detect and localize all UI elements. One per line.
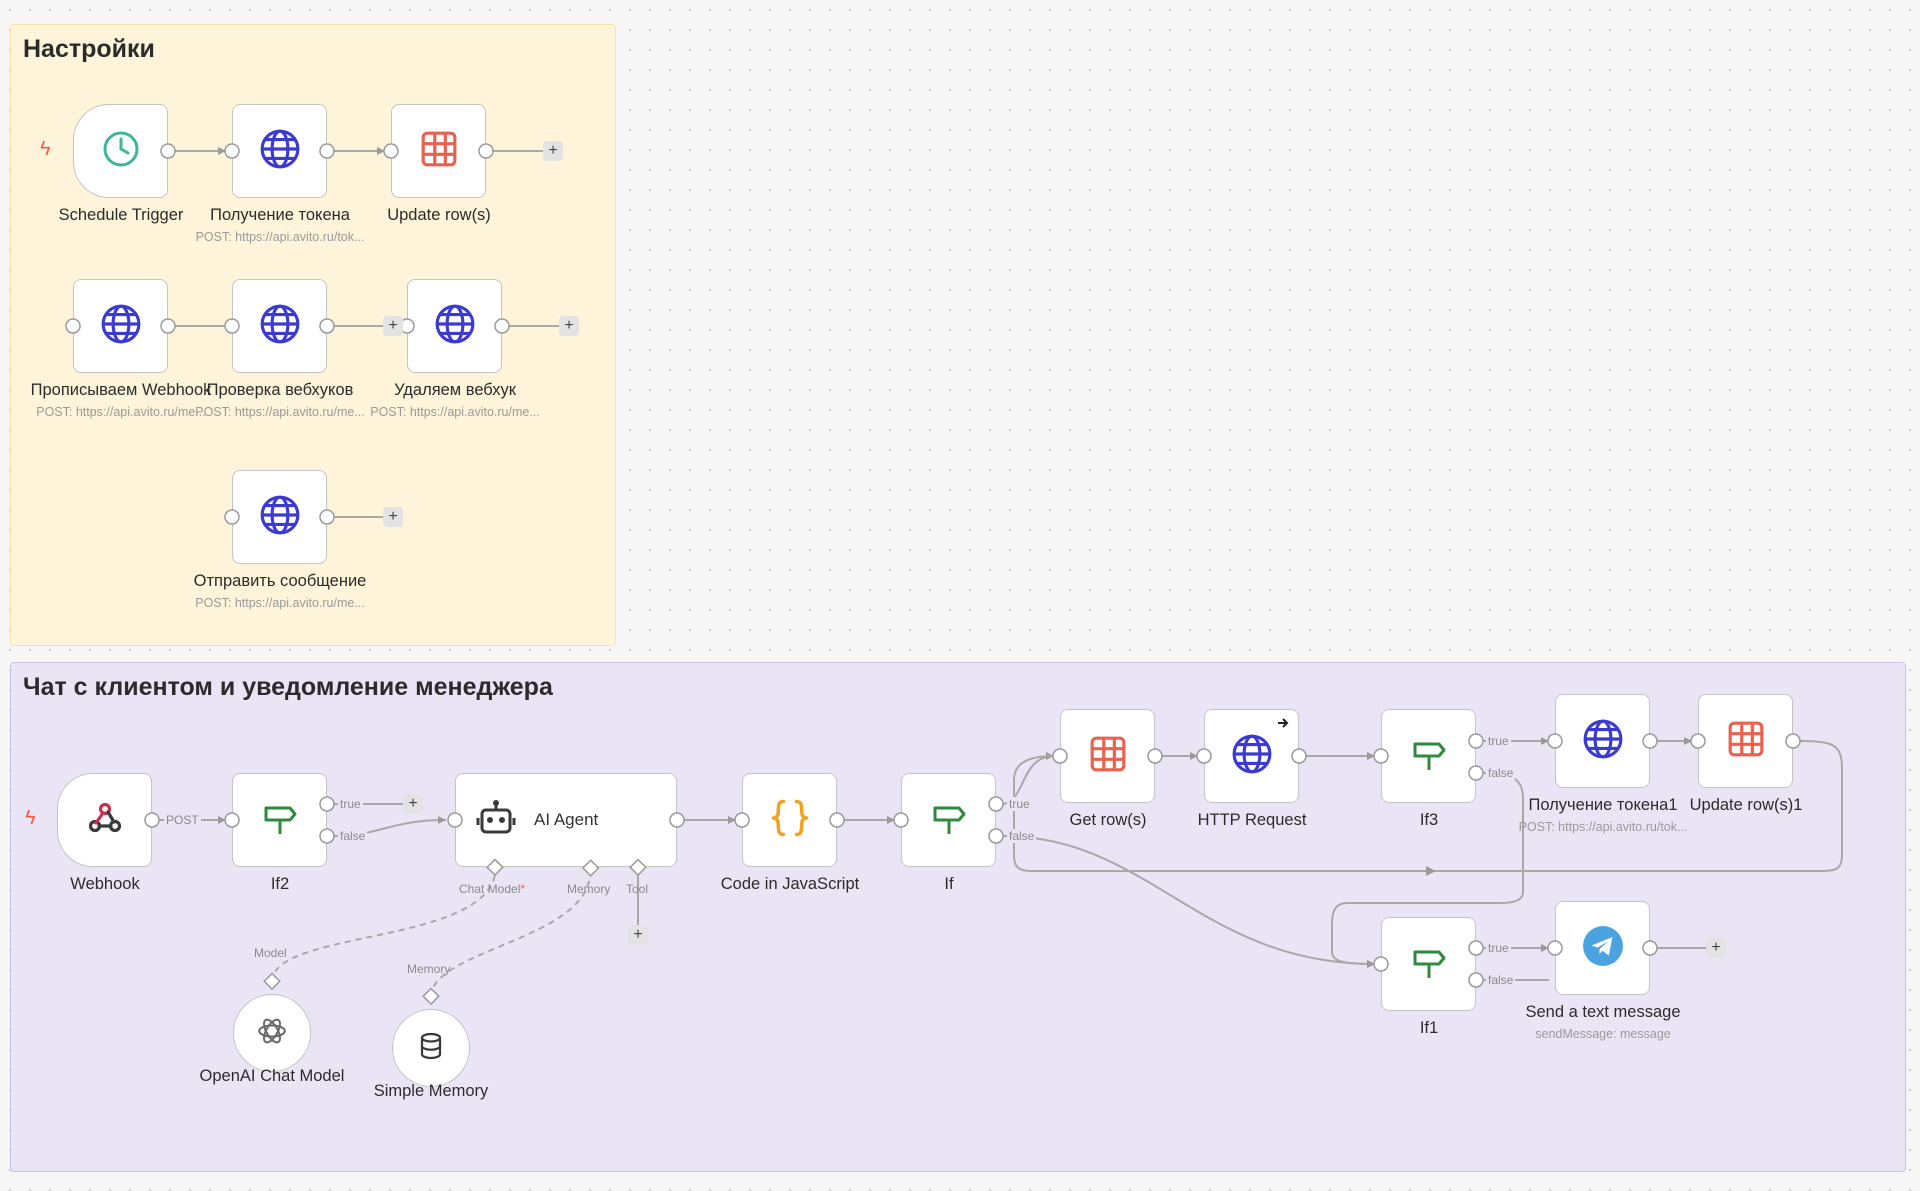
port-in (1690, 733, 1706, 749)
port-out-false (988, 828, 1004, 844)
port-label-post: POST (164, 813, 201, 827)
port-in (1196, 748, 1212, 764)
port-in (447, 812, 463, 828)
add-node-button[interactable]: + (383, 507, 403, 527)
port-memory (581, 859, 600, 877)
port-out (1785, 733, 1801, 749)
port-in (1373, 956, 1389, 972)
port-in (224, 143, 240, 159)
port-label-false: false (338, 829, 368, 843)
port-in (65, 318, 81, 334)
port-label-true: true (1486, 734, 1511, 748)
port-out (1147, 748, 1163, 764)
port-in (1052, 748, 1068, 764)
port-in (1373, 748, 1389, 764)
required-asterisk: * (520, 882, 526, 896)
port-label-memory: Memory (407, 962, 451, 976)
port-out (829, 812, 845, 828)
port-out-false (319, 828, 335, 844)
port-out-false (1468, 765, 1484, 781)
port-label-false: false (1486, 973, 1516, 987)
port-out-true (1468, 940, 1484, 956)
port-in (224, 509, 240, 525)
port-out-true (988, 796, 1004, 812)
port-out (319, 318, 335, 334)
port-in (734, 812, 750, 828)
port-label-model: Model (254, 946, 287, 960)
port-in (893, 812, 909, 828)
port-label-tool: Tool (626, 882, 649, 896)
ports-layer (65, 143, 1801, 1006)
port-out-true (319, 796, 335, 812)
port-label-chat-model-text: Chat Model (459, 882, 521, 896)
add-node-button[interactable]: + (543, 141, 563, 161)
port-out (319, 143, 335, 159)
port-out-true (1468, 733, 1484, 749)
port-in (1547, 940, 1563, 956)
add-node-button[interactable]: + (559, 316, 579, 336)
port-tool (629, 858, 647, 877)
port-in (1547, 733, 1563, 749)
port-label-false: false (1007, 829, 1037, 843)
port-label-true: true (338, 797, 363, 811)
port-label-memory: Memory (567, 882, 611, 896)
port-out (669, 812, 685, 828)
port-out (1642, 733, 1658, 749)
port-out (478, 143, 494, 159)
port-out (319, 509, 335, 525)
port-out (1642, 940, 1658, 956)
port-model (263, 972, 281, 991)
port-out (494, 318, 510, 334)
port-in (383, 143, 399, 159)
port-out (160, 143, 176, 159)
add-tool-button[interactable]: + (628, 925, 648, 945)
port-label-chat-model: Chat Model* (459, 882, 525, 896)
port-label-true: true (1486, 941, 1511, 955)
port-in (224, 812, 240, 828)
port-out-false (1468, 972, 1484, 988)
add-node-button[interactable]: + (383, 316, 403, 336)
port-label-true: true (1007, 797, 1032, 811)
port-label-false: false (1486, 766, 1516, 780)
port-chat-model (486, 858, 504, 877)
add-node-button[interactable]: + (403, 794, 423, 814)
add-node-button[interactable]: + (1706, 938, 1726, 958)
port-out (1291, 748, 1307, 764)
port-in (224, 318, 240, 334)
port-out (144, 812, 160, 828)
port-out (160, 318, 176, 334)
port-memory-out (422, 987, 440, 1006)
